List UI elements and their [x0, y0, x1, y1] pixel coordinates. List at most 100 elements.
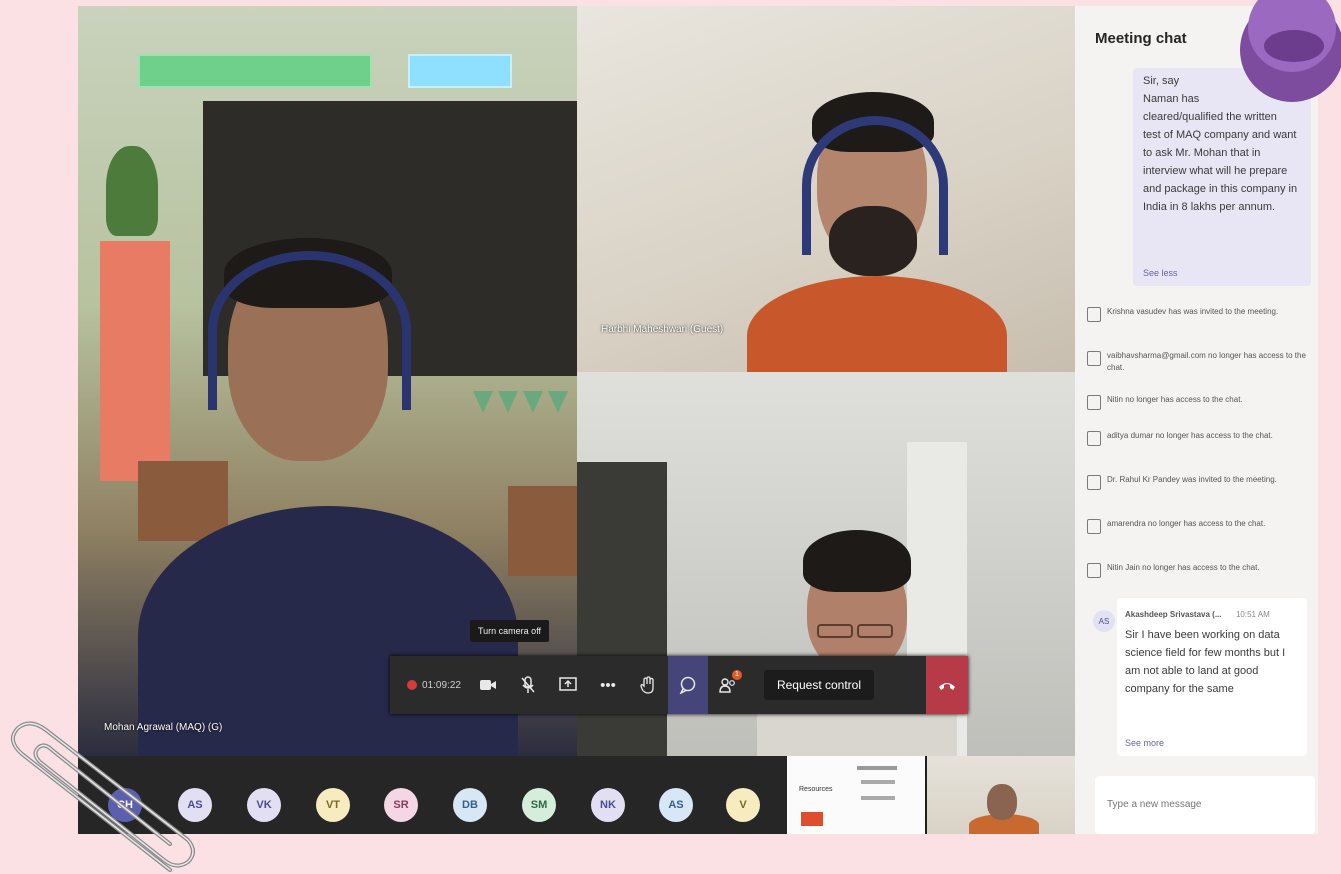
system-message: Nitin Jain no longer has access to the c…	[1087, 562, 1313, 578]
chat-title: Meeting chat	[1095, 30, 1187, 47]
participant-name-top: Harbhi Maheshwari (Guest)	[601, 324, 724, 335]
background-banner	[138, 54, 372, 88]
system-message-text: vaibhavsharma@gmail.com no longer has ac…	[1107, 351, 1306, 372]
system-message: vaibhavsharma@gmail.com no longer has ac…	[1087, 350, 1313, 374]
chat-message-card: Akashdeep Srivastava (... 10:51 AM Sir I…	[1117, 598, 1307, 756]
background-bunting	[548, 391, 568, 413]
system-message-text: Nitin Jain no longer has access to the c…	[1107, 563, 1260, 572]
system-message-text: Dr. Rahul Kr Pandey was invited to the m…	[1107, 475, 1277, 484]
bubble-line: and package in this company in	[1143, 183, 1298, 195]
participant-avatar[interactable]: AS	[659, 788, 693, 822]
door-icon	[1087, 563, 1101, 578]
door-icon	[1087, 395, 1101, 410]
background-desk	[508, 486, 577, 576]
chat-icon	[679, 676, 696, 694]
avatar-initials: AS	[668, 799, 684, 811]
record-icon	[407, 680, 418, 690]
share-thumb-text-line	[857, 766, 897, 770]
message-author: Akashdeep Srivastava (...	[1125, 610, 1222, 619]
bubble-line: to ask Mr. Mohan that in	[1143, 147, 1261, 159]
share-screen-icon	[559, 677, 577, 691]
background-sign	[408, 54, 512, 88]
participants-badge: 1	[732, 670, 742, 680]
video-thumbnail[interactable]	[927, 756, 1075, 834]
bubble-line: cleared/qualified the written	[1143, 111, 1277, 123]
participant-avatar[interactable]: SM	[522, 788, 556, 822]
door-icon	[1087, 307, 1101, 322]
participants-button[interactable]: 1	[708, 656, 748, 714]
door-icon	[1087, 519, 1101, 534]
call-timer: 01:09:22	[422, 679, 461, 691]
participant-hair	[803, 530, 911, 592]
background-bunting	[498, 391, 518, 413]
headset-icon	[802, 116, 948, 255]
background-bunting	[523, 391, 543, 413]
participant-body	[138, 506, 518, 756]
video-tile-top[interactable]: Harbhi Maheshwari (Guest)	[577, 6, 1075, 372]
background-cabinet	[100, 241, 170, 481]
hang-up-icon	[939, 683, 955, 690]
avatar-initials: SR	[393, 799, 409, 811]
avatar-initials: NK	[600, 799, 616, 811]
pushpin-icon	[1240, 0, 1341, 102]
share-screen-button[interactable]	[548, 656, 588, 714]
avatar-initials: VT	[325, 799, 341, 811]
glasses-icon	[857, 624, 893, 638]
system-message: Krishna vasudev has was invited to the m…	[1087, 306, 1313, 322]
mic-off-icon	[521, 676, 535, 693]
chat-button[interactable]	[668, 656, 708, 714]
avatar-initials: V	[739, 799, 747, 811]
camera-icon	[480, 680, 496, 690]
background-bunting	[473, 391, 493, 413]
bubble-line: India in 8 lakhs per annum.	[1143, 201, 1276, 213]
mic-button[interactable]	[508, 656, 548, 714]
share-thumb-text-line	[861, 780, 895, 784]
avatar-initials: VK	[256, 799, 272, 811]
request-control-button[interactable]: Request control	[764, 670, 874, 700]
bubble-line: test of MAQ company and want	[1143, 129, 1297, 141]
raise-hand-icon	[640, 676, 654, 694]
message-author-avatar[interactable]: AS	[1093, 610, 1115, 632]
compose-box[interactable]	[1095, 776, 1315, 834]
system-message: Nitin no longer has access to the chat.	[1087, 394, 1313, 410]
avatar-initials: DB	[462, 799, 478, 811]
hang-up-button[interactable]	[926, 656, 968, 714]
bubble-line: interview what will he prepare	[1143, 165, 1288, 177]
share-thumb-title: Resources	[799, 786, 833, 793]
participant-avatar[interactable]: NK	[591, 788, 625, 822]
door-icon	[1087, 431, 1101, 446]
camera-tooltip: Turn camera off	[470, 620, 550, 642]
participant-avatar[interactable]: V	[726, 788, 760, 822]
avatar-initials: SM	[530, 799, 548, 811]
meeting-chat-panel: Meeting chat Sir, say Naman has cleared/…	[1075, 6, 1318, 834]
share-thumb-graphic	[801, 812, 823, 826]
system-message-text: Krishna vasudev has was invited to the m…	[1107, 307, 1279, 316]
background-desk	[138, 461, 228, 541]
participant-face	[987, 784, 1017, 820]
see-more-link[interactable]: See more	[1125, 738, 1164, 748]
screen-share-thumbnail[interactable]: Resources	[787, 756, 925, 834]
system-message-text: aditya dumar no longer has access to the…	[1107, 431, 1273, 440]
participant-avatar[interactable]: VK	[247, 788, 281, 822]
background-plant	[106, 146, 158, 236]
camera-button[interactable]	[468, 656, 508, 714]
teams-meeting-window: Mohan Agrawal (MAQ) (G) Harbhi Maheshwar…	[78, 6, 1318, 834]
more-actions-button[interactable]: •••	[588, 656, 628, 714]
call-control-bar: 01:09:22 ••• 1 Request control	[390, 656, 968, 714]
participant-avatar[interactable]: VT	[316, 788, 350, 822]
door-icon	[1087, 351, 1101, 366]
see-less-link[interactable]: See less	[1143, 268, 1178, 278]
headset-icon	[208, 251, 411, 410]
video-tile-main[interactable]: Mohan Agrawal (MAQ) (G)	[78, 6, 577, 756]
system-message-text: Nitin no longer has access to the chat.	[1107, 395, 1243, 404]
recording-indicator: 01:09:22	[390, 656, 468, 714]
system-message: amarendra no longer has access to the ch…	[1087, 518, 1313, 534]
more-icon: •••	[600, 676, 616, 694]
glasses-icon	[817, 624, 853, 638]
raise-hand-button[interactable]	[628, 656, 668, 714]
share-thumb-text-line	[861, 796, 895, 800]
participant-avatar[interactable]: SR	[384, 788, 418, 822]
participant-avatar[interactable]: DB	[453, 788, 487, 822]
message-input[interactable]	[1105, 798, 1299, 811]
system-message-text: amarendra no longer has access to the ch…	[1107, 519, 1266, 528]
